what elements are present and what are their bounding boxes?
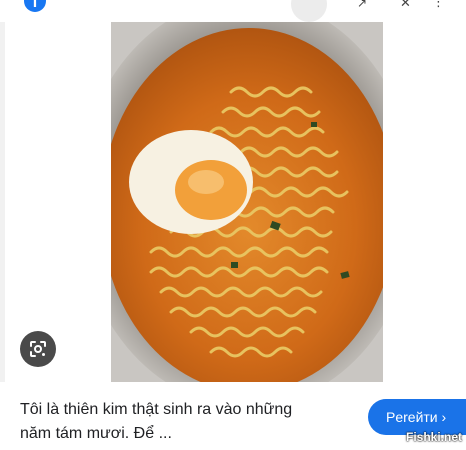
image-backdrop-left [5, 22, 111, 382]
caption-line: Tôi là thiên kim thật sinh ra vào những [20, 401, 293, 418]
visit-button-label: Perейти › [386, 409, 447, 425]
more-options-button[interactable] [291, 0, 327, 22]
facebook-icon[interactable]: f [24, 0, 46, 12]
image-backdrop-right [383, 22, 466, 382]
google-lens-icon [30, 341, 46, 357]
top-bar: f ↗ ✕ ⋮ [0, 0, 466, 22]
image-preview-panel: f ↗ ✕ ⋮ Tôi là thiên kim thật sinh ra và… [0, 0, 466, 450]
result-caption[interactable]: Tôi là thiên kim thật sinh ra vào những … [20, 398, 350, 446]
google-lens-button[interactable] [20, 331, 56, 367]
share-icon[interactable]: ↗ [357, 0, 371, 10]
close-icon[interactable]: ✕ [400, 0, 411, 11]
egg [129, 130, 253, 234]
watermark: Fishki.net [405, 430, 462, 444]
preview-image[interactable] [111, 22, 383, 382]
more-icon[interactable]: ⋮ [432, 0, 445, 10]
ramen-bowl-photo [111, 22, 383, 382]
caption-line: năm tám mươi. Để ... [20, 425, 172, 442]
